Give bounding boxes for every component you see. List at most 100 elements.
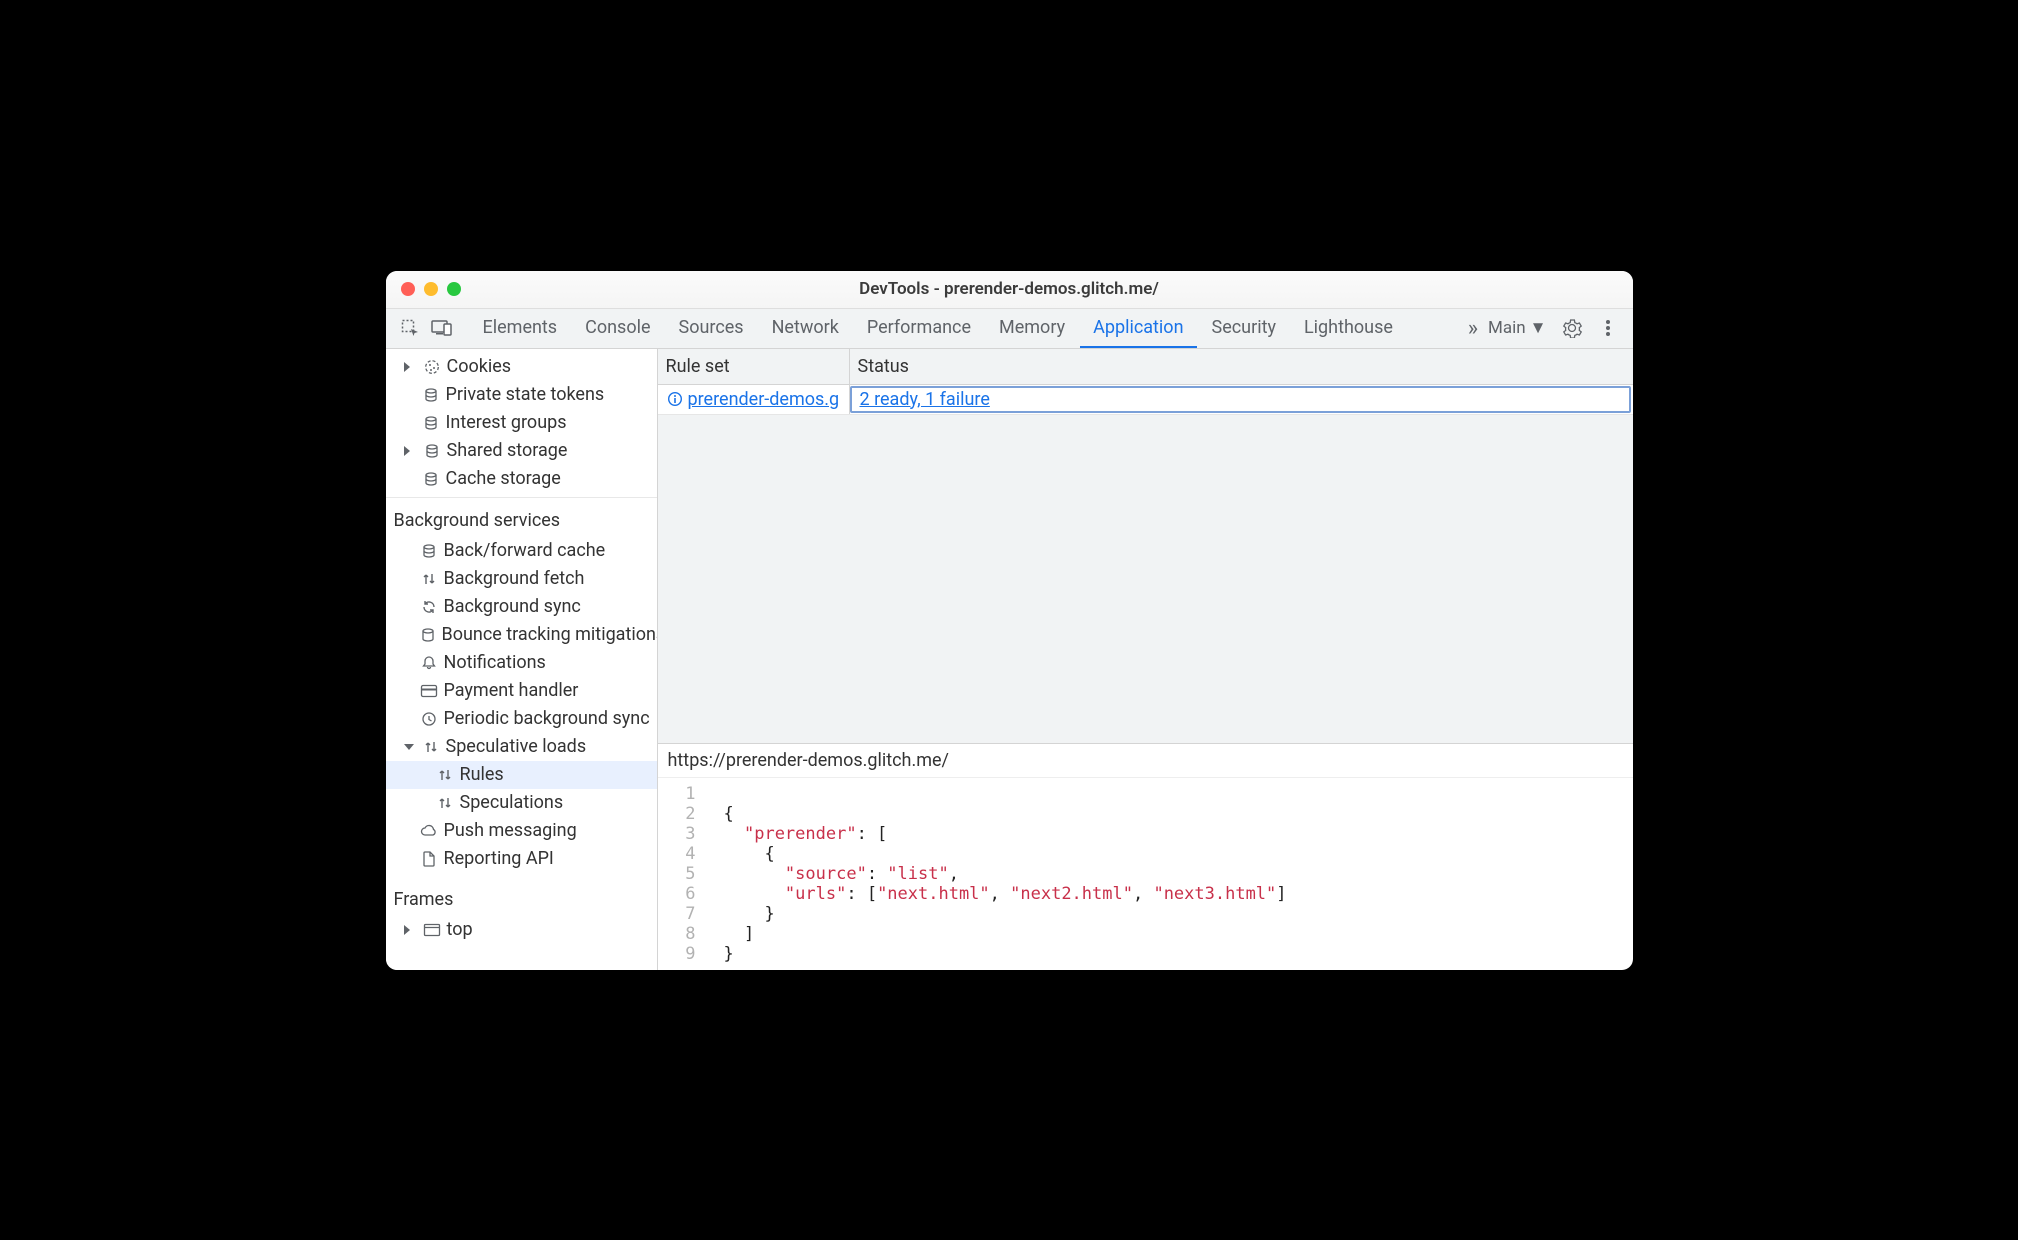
tab-performance[interactable]: Performance (854, 309, 984, 348)
settings-icon[interactable] (1561, 318, 1583, 338)
sidebar-item-label: Bounce tracking mitigations (442, 624, 658, 645)
target-selector[interactable]: Main ▼ (1488, 318, 1546, 338)
sidebar-item-label: top (447, 919, 473, 940)
tab-security[interactable]: Security (1199, 309, 1289, 348)
sidebar-tree: Cookies Private state tokens Interest gr… (386, 349, 657, 948)
panel-tabs: Elements Console Sources Network Perform… (470, 309, 1464, 348)
detail-url: https://prerender-demos.glitch.me/ (658, 744, 1633, 778)
main-panel: Rule set Status prerender-demos.g 2 read… (658, 349, 1633, 970)
sidebar-item-reporting-api[interactable]: Reporting API (386, 845, 657, 873)
database-icon (422, 471, 440, 487)
tab-sources[interactable]: Sources (666, 309, 757, 348)
ruleset-link: prerender-demos.g (688, 389, 840, 410)
target-label: Main (1488, 318, 1526, 338)
main-toolbar: Elements Console Sources Network Perform… (386, 309, 1633, 349)
sidebar-item-label: Speculative loads (446, 736, 587, 757)
column-header-ruleset[interactable]: Rule set (658, 349, 850, 384)
background-services-section: Background services Back/forward cache B… (386, 498, 657, 877)
frames-section: Frames top (386, 877, 657, 948)
status-cell[interactable]: 2 ready, 1 failure (850, 386, 1631, 413)
sidebar-item-label: Reporting API (444, 848, 554, 869)
ruleset-cell[interactable]: prerender-demos.g (658, 385, 850, 414)
database-icon (422, 387, 440, 403)
arrows-icon (436, 767, 454, 783)
sidebar-item-shared-storage[interactable]: Shared storage (386, 437, 657, 465)
cloud-icon (420, 824, 438, 838)
sidebar-item-speculations[interactable]: Speculations (386, 789, 657, 817)
source-code[interactable]: { "prerender": [ { "source": "list", "ur… (706, 784, 1287, 964)
tab-memory[interactable]: Memory (986, 309, 1078, 348)
sidebar-item-bfcache[interactable]: Back/forward cache (386, 537, 657, 565)
sidebar-item-label: Rules (460, 764, 504, 785)
sidebar-item-speculative-loads[interactable]: Speculative loads (386, 733, 657, 761)
sidebar-item-private-state-tokens[interactable]: Private state tokens (386, 381, 657, 409)
cookie-icon (423, 359, 441, 375)
sidebar-item-background-sync[interactable]: Background sync (386, 593, 657, 621)
sidebar-item-label: Notifications (444, 652, 546, 673)
close-window-button[interactable] (401, 282, 415, 296)
section-title: Frames (386, 881, 657, 916)
maximize-window-button[interactable] (447, 282, 461, 296)
sidebar-item-push-messaging[interactable]: Push messaging (386, 817, 657, 845)
titlebar: DevTools - prerender-demos.glitch.me/ (386, 271, 1633, 309)
more-icon[interactable] (1597, 318, 1619, 338)
section-title: Background services (386, 502, 657, 537)
status-link: 2 ready, 1 failure (860, 389, 990, 410)
ruleset-table-header: Rule set Status (658, 349, 1633, 385)
tab-lighthouse[interactable]: Lighthouse (1291, 309, 1406, 348)
minimize-window-button[interactable] (424, 282, 438, 296)
bell-icon (420, 655, 438, 671)
table-row[interactable]: prerender-demos.g 2 ready, 1 failure (658, 385, 1633, 415)
sidebar-item-interest-groups[interactable]: Interest groups (386, 409, 657, 437)
sidebar-item-label: Cache storage (446, 468, 561, 489)
sidebar-item-background-fetch[interactable]: Background fetch (386, 565, 657, 593)
database-icon (423, 443, 441, 459)
overflow-tabs-icon[interactable]: » (1468, 316, 1474, 341)
sidebar-item-label: Push messaging (444, 820, 577, 841)
devtools-window: DevTools - prerender-demos.glitch.me/ El… (386, 271, 1633, 970)
sidebar-item-periodic-bg-sync[interactable]: Periodic background sync (386, 705, 657, 733)
tab-elements[interactable]: Elements (470, 309, 571, 348)
sidebar-item-label: Interest groups (446, 412, 567, 433)
toolbar-right: » Main ▼ (1468, 309, 1627, 348)
arrows-icon (420, 571, 438, 587)
column-header-status[interactable]: Status (850, 349, 1633, 384)
sidebar-item-top-frame[interactable]: top (386, 916, 657, 944)
storage-section: Cookies Private state tokens Interest gr… (386, 349, 657, 498)
document-icon (420, 851, 438, 867)
sidebar-item-label: Payment handler (444, 680, 579, 701)
line-numbers: 1 2 3 4 5 6 7 8 9 (658, 784, 706, 964)
tab-application[interactable]: Application (1080, 309, 1196, 348)
expand-icon (404, 446, 415, 456)
inspect-element-icon[interactable] (396, 309, 424, 348)
sidebar-item-rules[interactable]: Rules (386, 761, 657, 789)
tab-network[interactable]: Network (759, 309, 852, 348)
sidebar-item-payment-handler[interactable]: Payment handler (386, 677, 657, 705)
ruleset-detail: https://prerender-demos.glitch.me/ 1 2 3… (658, 743, 1633, 970)
database-icon (422, 415, 440, 431)
device-toolbar-icon[interactable] (428, 309, 456, 348)
window-title: DevTools - prerender-demos.glitch.me/ (386, 279, 1633, 299)
tab-console[interactable]: Console (572, 309, 663, 348)
panel-body: Cookies Private state tokens Interest gr… (386, 349, 1633, 970)
sidebar-item-label: Speculations (460, 792, 564, 813)
expand-icon (404, 362, 415, 372)
sidebar-item-cache-storage[interactable]: Cache storage (386, 465, 657, 493)
window-controls (386, 282, 461, 296)
arrows-icon (422, 739, 440, 755)
chevron-down-icon: ▼ (1530, 318, 1547, 338)
sidebar-item-label: Periodic background sync (444, 708, 650, 729)
sidebar-item-label: Background sync (444, 596, 581, 617)
expand-icon (404, 925, 415, 935)
clock-icon (420, 711, 438, 727)
sidebar-item-bounce-tracking[interactable]: Bounce tracking mitigations (386, 621, 657, 649)
sidebar-item-label: Shared storage (447, 440, 568, 461)
database-icon (420, 543, 438, 559)
card-icon (420, 684, 438, 698)
expand-icon (404, 744, 414, 750)
sidebar-item-cookies[interactable]: Cookies (386, 353, 657, 381)
sidebar-item-notifications[interactable]: Notifications (386, 649, 657, 677)
sidebar-item-label: Private state tokens (446, 384, 605, 405)
source-viewer: 1 2 3 4 5 6 7 8 9 { "prerender": [ { "so… (658, 778, 1633, 970)
sidebar-item-label: Back/forward cache (444, 540, 606, 561)
